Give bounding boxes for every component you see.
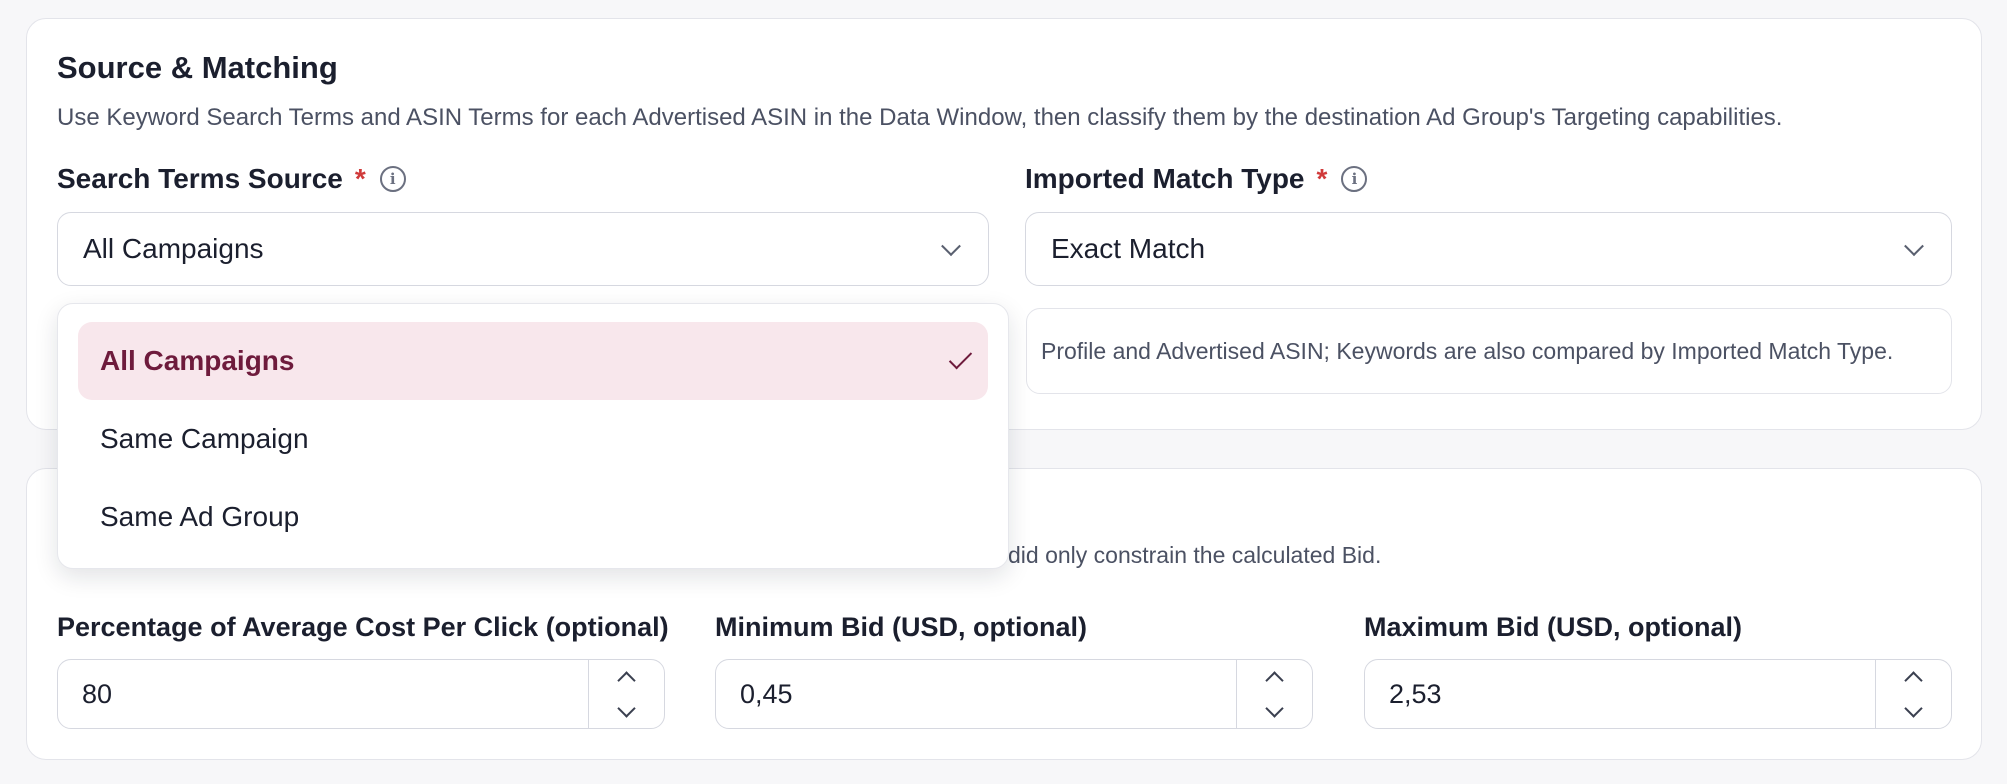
max-bid-input[interactable]: 2,53 [1364,659,1952,729]
search-terms-source-value: All Campaigns [83,233,264,264]
min-bid-label: Minimum Bid (USD, optional) [715,612,1087,642]
max-bid-label: Maximum Bid (USD, optional) [1364,612,1742,642]
match-type-note-text: Profile and Advertised ASIN; Keywords ar… [1041,337,1894,364]
info-icon[interactable]: i [379,166,406,192]
decrement-button[interactable] [589,694,664,728]
search-terms-source-label-text: Search Terms Source [57,163,343,194]
bids-description-text: did only constrain the calculated Bid. [1008,542,1382,568]
match-type-note: Profile and Advertised ASIN; Keywords ar… [1026,308,1952,394]
decrement-button[interactable] [1237,694,1312,728]
check-icon [948,346,973,370]
search-terms-source-dropdown: All Campaigns Same Campaign Same Ad Grou… [57,303,1009,569]
chevron-up-icon [617,670,636,690]
required-marker: * [354,163,366,194]
increment-button[interactable] [1237,660,1312,694]
imported-match-type-value: Exact Match [1051,233,1206,264]
imported-match-type-label: Imported Match Type * i [1025,163,1368,195]
number-stepper [1875,660,1951,728]
chevron-up-icon [1265,670,1284,690]
increment-button[interactable] [589,660,664,694]
percentage-avg-cpc-input[interactable]: 80 [57,659,665,729]
search-terms-source-label: Search Terms Source * i [57,163,406,195]
increment-button[interactable] [1876,660,1951,694]
min-bid-value: 0,45 [740,678,793,709]
min-bid-input[interactable]: 0,45 [715,659,1313,729]
imported-match-type-label-text: Imported Match Type [1025,163,1305,194]
dropdown-option-label: Same Ad Group [100,501,300,532]
chevron-down-icon [1265,698,1284,718]
max-bid-value: 2,53 [1389,678,1442,709]
dropdown-option-label: Same Campaign [100,423,309,454]
number-stepper [1236,660,1312,728]
imported-match-type-select[interactable]: Exact Match [1025,212,1952,286]
chevron-down-icon [617,698,636,718]
chevron-up-icon [1904,670,1923,690]
info-icon[interactable]: i [1341,166,1368,192]
chevron-down-icon [1904,698,1923,718]
decrement-button[interactable] [1876,694,1951,728]
chevron-down-icon [1904,236,1924,257]
section-title: Source & Matching [57,50,338,85]
dropdown-option-label: All Campaigns [100,345,295,376]
percentage-avg-cpc-label: Percentage of Average Cost Per Click (op… [57,612,669,642]
number-stepper [588,660,664,728]
dropdown-option[interactable]: Same Campaign [78,400,988,478]
percentage-avg-cpc-value: 80 [82,678,113,709]
required-marker: * [1316,163,1328,194]
chevron-down-icon [941,236,961,257]
section-description: Use Keyword Search Terms and ASIN Terms … [57,104,1783,131]
search-terms-source-select[interactable]: All Campaigns [57,212,989,286]
dropdown-option[interactable]: Same Ad Group [78,478,988,556]
dropdown-option[interactable]: All Campaigns [78,322,988,400]
